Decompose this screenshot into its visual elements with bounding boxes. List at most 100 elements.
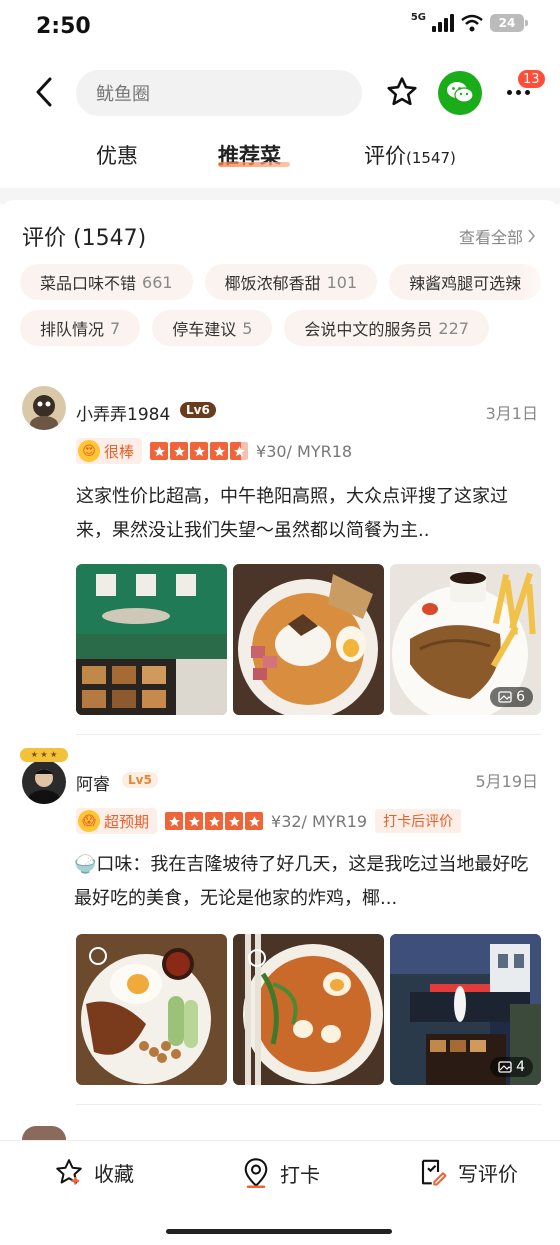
review-tag[interactable]: 椰饭浓郁香甜 101 [204, 264, 378, 300]
notification-badge: 13 [516, 68, 547, 90]
edit-review-icon [421, 1159, 447, 1186]
tab-count: (1547) [406, 149, 456, 167]
header: 鱿鱼圈 [0, 64, 560, 122]
star-icon [190, 442, 209, 460]
signal-icon [432, 14, 454, 32]
chevron-right-icon [528, 229, 536, 243]
astonished-emoji-icon: 😱 [78, 810, 100, 832]
review-photo[interactable] [76, 934, 227, 1085]
avatar[interactable] [22, 1126, 66, 1140]
photo-count-badge: 6 [490, 687, 533, 707]
review-item[interactable]: ★ ★ ★ 阿睿 Lv5 5月19日 😱 超预期 ¥32/ MYR19 打卡后评… [0, 748, 560, 1108]
heart-eyes-emoji-icon: 😍 [78, 440, 100, 462]
avatar[interactable] [22, 386, 66, 430]
review-text[interactable]: 🍚口味：我在吉隆坡待了好几天，这是我吃过当地最好吃最好吃的美食，无论是他家的炸鸡… [74, 848, 540, 916]
photo-count: 4 [516, 1059, 525, 1075]
tag-label: 辣酱鸡腿可选辣 [409, 274, 522, 293]
network-type: 5G [410, 11, 426, 23]
photo-count: 6 [516, 689, 525, 705]
review-photo[interactable]: 6 [390, 564, 541, 715]
star-icon [205, 812, 224, 830]
tag-row-fade [520, 262, 560, 302]
write-review-button[interactable]: 写评价 [418, 1157, 518, 1187]
tab-discounts[interactable]: 优惠 [96, 140, 138, 170]
star-icon [387, 77, 417, 106]
mood-label: 很棒 [104, 442, 135, 461]
review-photo[interactable]: 4 [390, 934, 541, 1085]
wechat-icon [447, 82, 474, 103]
favorite-button[interactable]: 收藏 [54, 1157, 134, 1187]
active-tab-indicator [218, 162, 290, 167]
tag-label: 停车建议 [172, 320, 237, 339]
checkin-label: 打卡 [280, 1162, 320, 1187]
review-tags-row-1: 菜品口味不错 661 椰饭浓郁香甜 101 辣酱鸡腿可选辣 [20, 264, 542, 300]
review-divider [76, 734, 542, 735]
tag-count: 5 [242, 318, 253, 338]
review-text[interactable]: 这家性价比超高，中午艳阳高照，大众点评搜了这家过来，果然没让我们失望～虽然都以简… [76, 480, 542, 548]
star-icon [150, 442, 169, 460]
back-button[interactable] [22, 70, 66, 114]
location-pin-icon [244, 1158, 268, 1188]
status-time: 2:50 [36, 14, 91, 39]
tag-label: 排队情况 [40, 320, 105, 339]
status-bar: 2:50 5G 24 [0, 0, 560, 54]
review-tag[interactable]: 停车建议 5 [152, 310, 273, 346]
star-icon [225, 812, 244, 830]
reviewer-name[interactable]: 小弄弄1984 [76, 400, 170, 425]
tag-label: 椰饭浓郁香甜 [224, 274, 321, 293]
review-tags-row-2: 排队情况 7 停车建议 5 会说中文的服务员 227 [20, 310, 489, 346]
wechat-share-button[interactable] [438, 71, 482, 115]
review-photo[interactable] [76, 564, 227, 715]
star-icon [210, 442, 229, 460]
photo-count-badge: 4 [490, 1057, 533, 1077]
battery-icon: 24 [490, 14, 528, 32]
user-achievement-badge: ★ ★ ★ [20, 748, 68, 762]
tab-reviews[interactable]: 评价(1547) [364, 140, 456, 170]
see-all-label: 查看全部 [458, 228, 523, 247]
price-per-person: ¥30/ MYR18 [256, 441, 353, 461]
status-icons: 5G 24 [410, 11, 528, 32]
back-arrow-icon [36, 77, 52, 107]
more-icon [506, 89, 530, 95]
rating-row: 😍 很棒 ¥30/ MYR18 [76, 438, 352, 464]
see-all-link[interactable]: 查看全部 [459, 224, 536, 248]
review-tag[interactable]: 辣酱鸡腿可选辣 [389, 264, 542, 300]
reviews-title: 评价 (1547) [22, 226, 147, 251]
checkin-review-tag: 打卡后评价 [375, 809, 462, 833]
review-photo[interactable] [233, 934, 384, 1085]
rating-row: 😱 超预期 ¥32/ MYR19 打卡后评价 [76, 808, 462, 834]
review-date: 3月1日 [485, 404, 538, 423]
favorite-star-button[interactable] [380, 70, 424, 114]
tag-count: 227 [438, 318, 469, 338]
home-indicator[interactable] [166, 1229, 392, 1234]
tag-count: 101 [326, 272, 358, 292]
user-level-badge: Lv6 [180, 402, 216, 418]
write-review-label: 写评价 [458, 1161, 518, 1186]
star-rating [150, 442, 249, 460]
tag-count: 661 [142, 272, 173, 292]
half-star-icon [230, 442, 249, 460]
mood-label: 超预期 [104, 812, 150, 831]
checkin-button[interactable]: 打卡 [242, 1157, 320, 1189]
search-placeholder: 鱿鱼圈 [96, 84, 150, 105]
review-photos: 6 [76, 564, 541, 715]
mood-tag: 😱 超预期 [76, 808, 158, 834]
avatar[interactable] [22, 760, 66, 804]
reviews-section: 评价 (1547) 查看全部 菜品口味不错 661 椰饭浓郁香甜 101 辣酱鸡腿可… [0, 200, 560, 1140]
review-tag[interactable]: 排队情况 7 [20, 310, 141, 346]
review-item[interactable]: 小弄弄1984 Lv6 3月1日 😍 很棒 ¥30/ MYR18 这家性价比超高… [0, 386, 560, 746]
user-level-badge: Lv5 [122, 772, 158, 788]
tab-label: 评价 [364, 144, 406, 168]
star-rating [165, 812, 264, 830]
review-date: 5月19日 [475, 772, 538, 791]
review-photos: 4 [76, 934, 541, 1085]
search-input[interactable]: 鱿鱼圈 [76, 70, 362, 116]
reviewer-name[interactable]: 阿睿 [76, 770, 110, 795]
review-divider [76, 1104, 542, 1105]
review-tag[interactable]: 菜品口味不错 661 [20, 264, 193, 300]
tag-row-fade [520, 308, 560, 348]
review-photo[interactable] [233, 564, 384, 715]
wifi-icon [461, 14, 483, 32]
price-per-person: ¥32/ MYR19 [271, 811, 368, 831]
review-tag[interactable]: 会说中文的服务员 227 [284, 310, 489, 346]
